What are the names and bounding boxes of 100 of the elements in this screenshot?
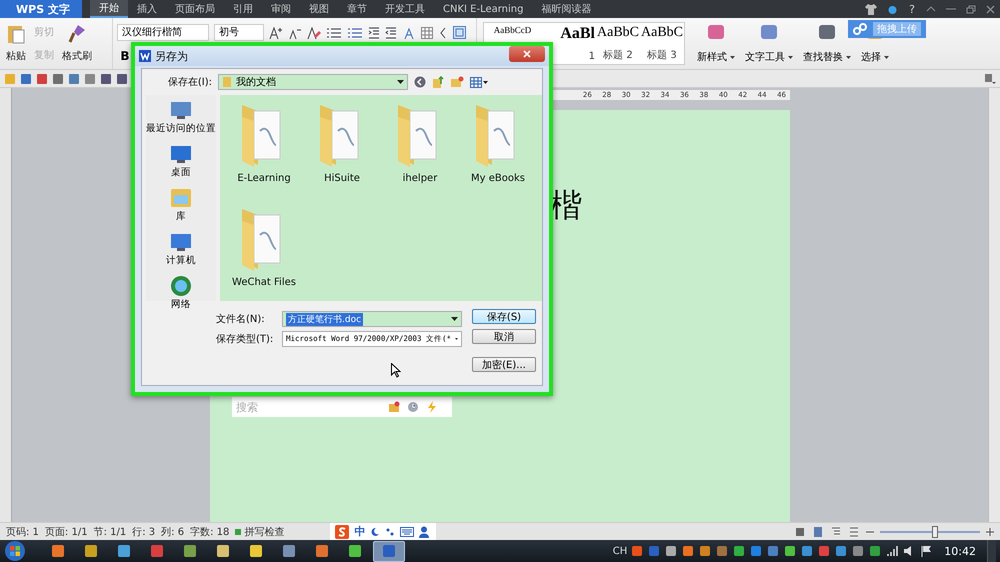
ribbon-tab[interactable]: 开发工具 [376, 0, 434, 18]
ime-logo-icon[interactable] [335, 524, 350, 538]
close-icon[interactable] [986, 4, 995, 14]
zoom-slider[interactable] [880, 526, 980, 538]
outline-view-icon[interactable] [830, 526, 842, 538]
ribbon-tab[interactable]: 视图 [300, 0, 338, 18]
places-item[interactable]: 最近访问的位置 [146, 99, 216, 135]
ribbon-tab[interactable]: 页面布局 [166, 0, 224, 18]
keyboard-icon[interactable] [400, 526, 414, 536]
minimize-icon[interactable] [946, 6, 956, 12]
clock[interactable]: 10:42 [944, 544, 976, 558]
style-preset[interactable]: AaBbC 标题 2 [596, 23, 640, 64]
view-menu-icon[interactable] [470, 76, 488, 88]
new-folder-icon[interactable] [450, 76, 464, 88]
clear-format-icon[interactable] [307, 26, 321, 38]
indent-icon[interactable] [368, 26, 380, 38]
options-icon[interactable] [984, 72, 996, 84]
spell-check-toggle[interactable]: 拼写检查 [235, 524, 284, 538]
show-marks-icon[interactable] [438, 26, 448, 38]
signal-icon[interactable] [886, 545, 898, 557]
tray-icon[interactable] [852, 545, 864, 557]
font-name-field[interactable]: 汉仪细行楷简 [117, 24, 209, 41]
places-item[interactable]: 计算机 [166, 231, 196, 267]
dialog-button[interactable]: 保存(S) [472, 309, 536, 324]
folder-item[interactable]: WeChat Files [226, 201, 302, 305]
scrollbar[interactable] [988, 88, 1000, 522]
text-effect-icon[interactable] [402, 26, 416, 38]
user-icon[interactable] [419, 526, 432, 538]
tray-icon[interactable] [665, 545, 678, 557]
tray-icon[interactable] [631, 545, 644, 557]
grow-font-icon[interactable] [269, 26, 283, 38]
close-button[interactable] [509, 46, 545, 62]
restore-icon[interactable] [966, 4, 976, 14]
folder-item[interactable]: My eBooks [460, 97, 536, 201]
bullet-list-icon[interactable] [326, 26, 342, 38]
zoom-slider-thumb[interactable] [932, 526, 938, 538]
flag-icon[interactable] [920, 545, 932, 557]
web-view-icon[interactable] [848, 526, 860, 538]
font-size-field[interactable]: 初号 [214, 24, 264, 41]
toolbar-icon[interactable] [100, 72, 112, 84]
ribbon-tool-button[interactable]: 文字工具 [745, 18, 793, 69]
tray-icon[interactable] [733, 545, 746, 557]
toolbar-icon[interactable] [52, 72, 64, 84]
ribbon-tab[interactable]: 审阅 [262, 0, 300, 18]
ime-mode-toggle[interactable]: 中 [354, 524, 366, 539]
tray-icon[interactable] [682, 545, 694, 557]
style-preset[interactable]: AaBbC 标题 3 [640, 23, 684, 64]
search-field[interactable]: 搜索 [232, 397, 382, 417]
page-view-icon[interactable] [812, 526, 824, 538]
toolbar-icon[interactable] [84, 72, 96, 84]
ribbon-tab[interactable]: 插入 [128, 0, 166, 18]
help-button[interactable]: ? [909, 2, 915, 16]
folder-item[interactable]: ihelper [382, 97, 458, 201]
ribbon-tab[interactable]: CNKI E-Learning [434, 0, 532, 18]
tray-icon[interactable] [835, 545, 848, 557]
plus-icon[interactable] [986, 528, 994, 536]
back-icon[interactable] [414, 76, 426, 88]
up-folder-icon[interactable] [432, 76, 444, 88]
outdent-icon[interactable] [385, 26, 397, 38]
tray-icon[interactable] [801, 545, 814, 557]
tray-icon[interactable] [869, 545, 882, 557]
language-indicator[interactable]: CH [612, 546, 628, 556]
file-name-field[interactable]: 方正硬笔行书.doc [282, 311, 462, 327]
dialog-button[interactable]: 加密(E)... [472, 357, 536, 372]
folder-item[interactable]: HiSuite [304, 97, 380, 201]
full-screen-icon[interactable] [794, 526, 806, 538]
table-icon[interactable] [421, 26, 433, 38]
app-menu-button[interactable]: WPS 文字 [0, 0, 82, 18]
ribbon-tab[interactable]: 开始 [90, 0, 128, 18]
tray-icon[interactable] [818, 545, 830, 557]
collapse-icon[interactable] [926, 6, 936, 12]
tray-icon[interactable] [750, 545, 762, 557]
shirt-icon[interactable] [865, 4, 878, 14]
toolbar-icon[interactable] [68, 72, 80, 84]
ribbon-tool-button[interactable]: 查找替换 [803, 18, 851, 69]
dialog-button[interactable]: 取消 [472, 329, 536, 344]
toolbar-icon[interactable] [116, 72, 128, 84]
toolbar-icon[interactable] [20, 72, 32, 84]
tray-icon[interactable] [716, 545, 728, 557]
tray-icon[interactable] [767, 545, 780, 557]
taskbar-app-button[interactable] [373, 540, 405, 562]
shrink-font-icon[interactable] [288, 26, 302, 38]
places-item[interactable]: 库 [169, 187, 193, 223]
start-button-icon[interactable] [4, 540, 26, 562]
numbered-list-icon[interactable] [347, 26, 363, 38]
tray-icon[interactable] [784, 545, 796, 557]
moon-icon[interactable] [370, 526, 380, 536]
ribbon-tab[interactable]: 章节 [338, 0, 376, 18]
envelope-icon[interactable] [388, 401, 400, 413]
save-in-dropdown[interactable]: 我的文档 [218, 74, 408, 90]
tray-icon[interactable] [699, 545, 712, 557]
format-painter-button[interactable]: 格式刷 [60, 20, 94, 67]
places-item[interactable]: 桌面 [169, 143, 193, 179]
ribbon-tool-button[interactable]: 新样式 [697, 18, 735, 69]
punctuation-icon[interactable] [385, 526, 396, 536]
frame-icon[interactable] [453, 26, 466, 39]
ribbon-tab[interactable]: 福昕阅读器 [532, 0, 600, 18]
places-item[interactable]: 网络 [169, 275, 193, 311]
bold-button[interactable]: B [117, 49, 133, 63]
ribbon-tab[interactable]: 引用 [224, 0, 262, 18]
